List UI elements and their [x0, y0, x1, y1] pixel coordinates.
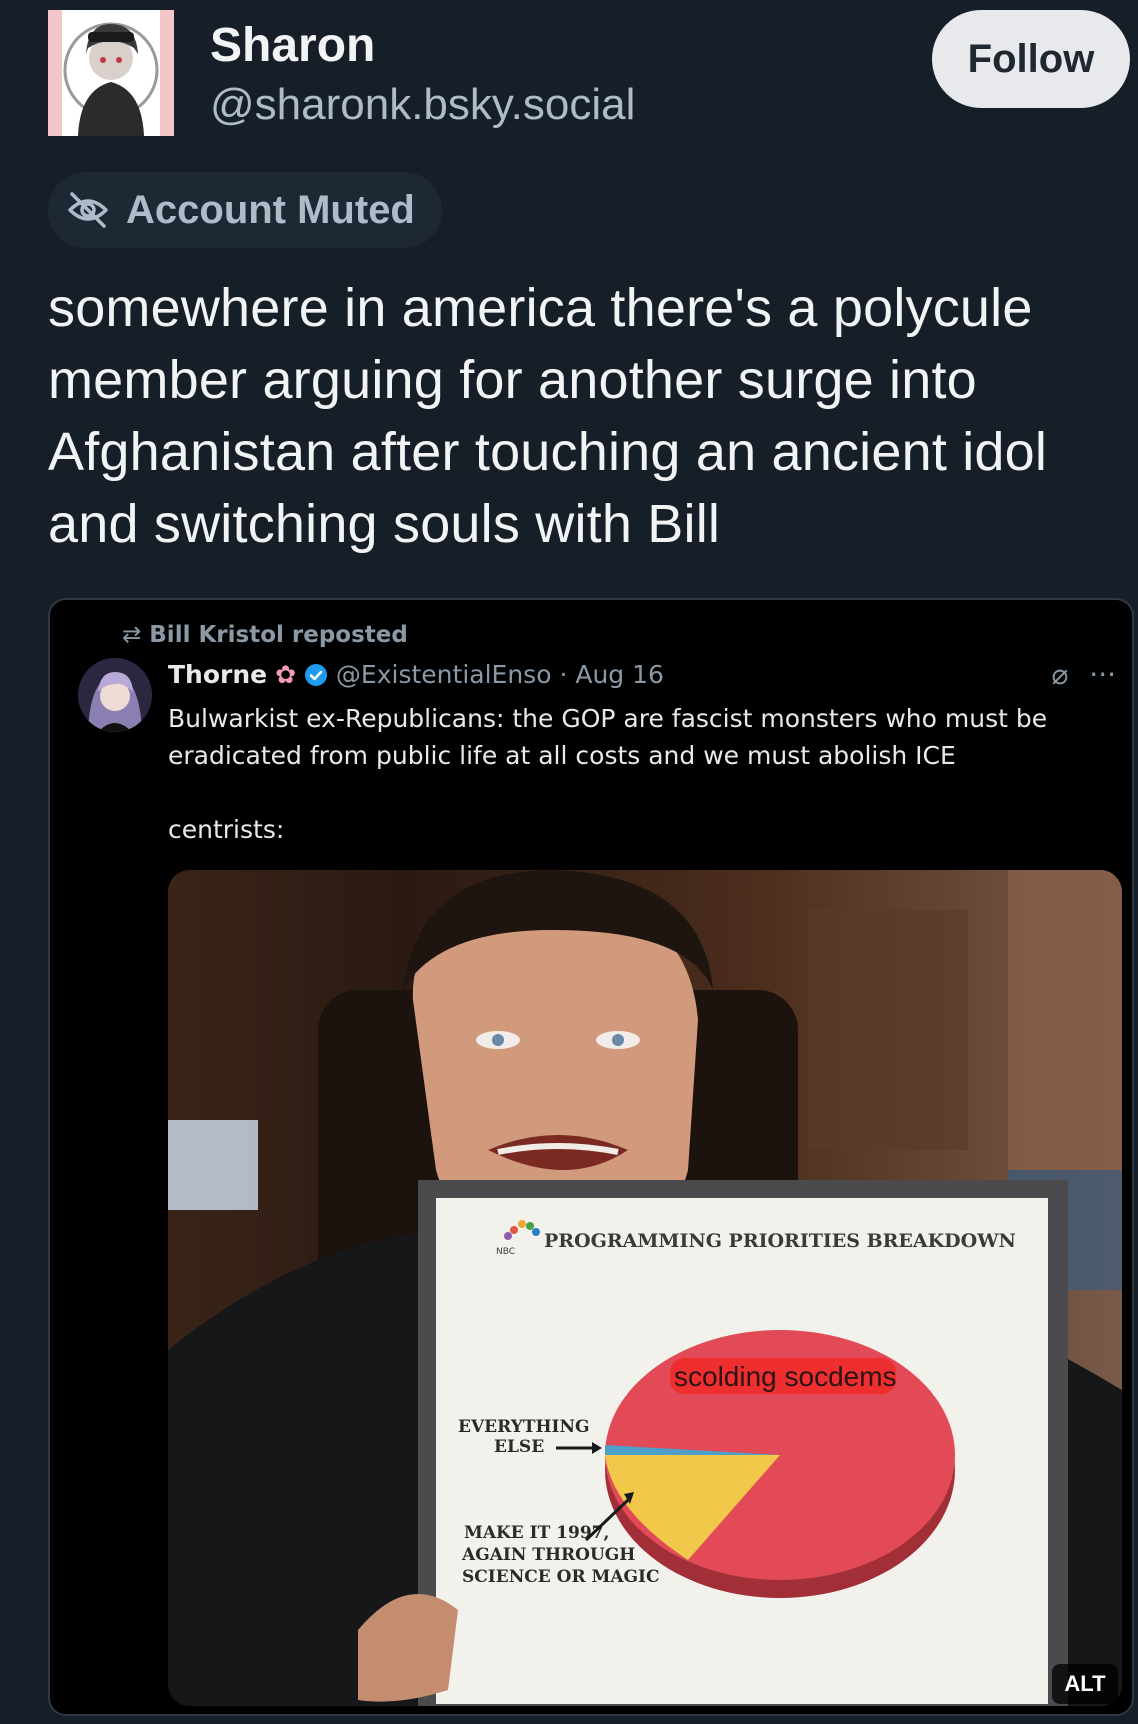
pie-chart: NBC PROGRAMMING PRIORITIES BREAKDOWN sco… [458, 1220, 1016, 1598]
tweet-author-name: Thorne [168, 660, 268, 689]
slice-label-scolding-socdems: scolding socdems [674, 1361, 897, 1392]
tweet-header: Thorne ✿ @ExistentialEnso · Aug 16 [168, 660, 664, 689]
verified-icon [304, 664, 327, 686]
tweet-date-separator: · [559, 660, 576, 689]
tweet-date: Aug 16 [575, 660, 664, 689]
slice-label-everything-1: EVERYTHING [458, 1417, 590, 1437]
tweet-body: Bulwarkist ex-Republicans: the GOP are f… [168, 704, 1048, 844]
post-image[interactable]: ⇄ Bill Kristol reposted Thorne ✿ @Existe… [48, 598, 1134, 1716]
alt-badge[interactable]: ALT [1052, 1664, 1118, 1704]
nbc-logo-text: NBC [496, 1247, 515, 1257]
tweet-actions: ⌀ ··· [1052, 658, 1116, 691]
tweet-avatar [78, 658, 152, 732]
eye-slash-icon [68, 192, 108, 228]
slice-label-1997-2: AGAIN THROUGH [461, 1545, 635, 1565]
repost-label: Bill Kristol reposted [149, 622, 408, 648]
follow-button[interactable]: Follow [932, 10, 1130, 108]
nbc-logo-icon [504, 1220, 540, 1240]
avatar[interactable] [48, 10, 174, 136]
account-muted-badge[interactable]: Account Muted [48, 172, 442, 248]
post-view: Sharon @sharonk.bsky.social Follow Accou… [0, 0, 1138, 1724]
flower-icon: ✿ [275, 660, 297, 689]
tweet-handle: @ExistentialEnso [335, 660, 552, 689]
tweet-avatar-drawing [78, 658, 152, 732]
avatar-drawing [48, 10, 174, 136]
grok-icon: ⌀ [1051, 658, 1069, 691]
account-muted-label: Account Muted [126, 187, 415, 232]
post-text: somewhere in america there's a polycule … [48, 278, 1048, 554]
embedded-tweet: ⇄ Bill Kristol reposted Thorne ✿ @Existe… [50, 600, 1132, 1714]
slice-label-1997-3: SCIENCE OR MAGIC [462, 1567, 660, 1587]
tweet-photo: NBC PROGRAMMING PRIORITIES BREAKDOWN sco… [168, 870, 1122, 1706]
handle[interactable]: @sharonk.bsky.social [210, 80, 635, 130]
display-name[interactable]: Sharon [210, 18, 375, 73]
repost-line: ⇄ Bill Kristol reposted [122, 622, 408, 648]
repost-icon: ⇄ [122, 622, 142, 648]
slice-label-everything-2: ELSE [494, 1437, 544, 1457]
chart-title: PROGRAMMING PRIORITIES BREAKDOWN [544, 1230, 1016, 1252]
more-icon: ··· [1089, 658, 1116, 691]
